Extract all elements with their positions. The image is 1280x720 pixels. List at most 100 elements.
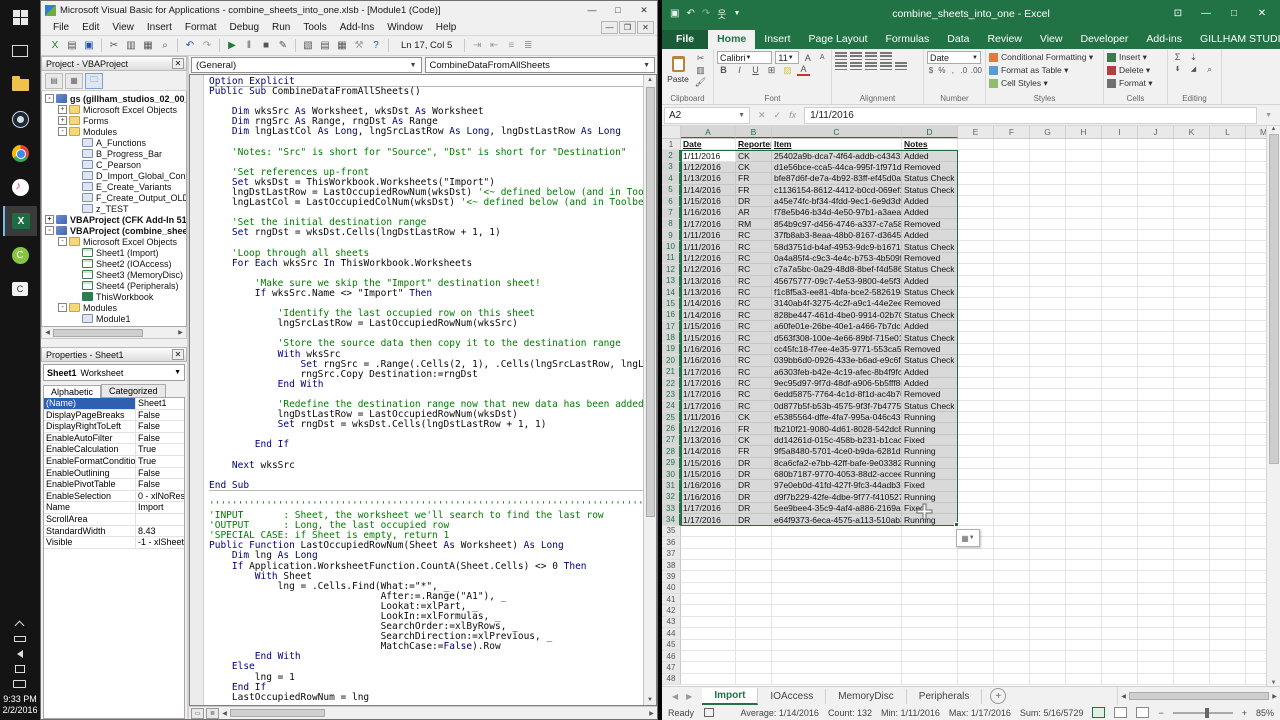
property-row-displayrighttoleft[interactable]: DisplayRightToLeftFalse	[44, 421, 184, 433]
grid-cell[interactable]	[1102, 674, 1138, 685]
grid-cell[interactable]	[1030, 253, 1066, 264]
row-header-29[interactable]: 29	[662, 458, 681, 469]
grid-cell[interactable]: Item	[772, 139, 902, 150]
grid-cell[interactable]	[994, 196, 1030, 207]
grid-cell[interactable]	[1138, 560, 1174, 571]
grid-cell[interactable]	[1174, 674, 1210, 685]
grid-cell[interactable]	[1246, 571, 1266, 582]
grid-cell[interactable]	[1030, 162, 1066, 173]
ribbon-display-options-icon[interactable]: ⊡	[1164, 4, 1192, 24]
zoom-out-icon[interactable]: −	[1158, 708, 1163, 718]
grid-cell[interactable]	[958, 287, 994, 298]
grid-cell[interactable]	[1030, 526, 1066, 537]
sheet-tab-ioaccess[interactable]: IOAccess	[758, 689, 826, 704]
grid-cell[interactable]	[1066, 594, 1102, 605]
property-row-enablecalculation[interactable]: EnableCalculationTrue	[44, 444, 184, 456]
tree-item-forms[interactable]: +Forms	[42, 115, 186, 126]
grid-cell[interactable]	[1174, 640, 1210, 651]
row-header-30[interactable]: 30	[662, 469, 681, 480]
save-icon[interactable]: ▣	[670, 8, 679, 19]
grid-cell[interactable]	[1138, 640, 1174, 651]
grid-cell[interactable]	[958, 640, 994, 651]
grid-cell[interactable]	[902, 560, 958, 571]
grid-cell[interactable]	[1246, 651, 1266, 662]
grid-cell[interactable]: 37fb8ab3-8eaa-48b0-8167-d364562e645b	[772, 230, 902, 241]
grid-cell[interactable]	[958, 628, 994, 639]
grid-cell[interactable]	[1066, 662, 1102, 673]
paste-icon[interactable]: ▦	[140, 38, 156, 53]
grid-cell[interactable]	[958, 219, 994, 230]
grid-cell[interactable]	[902, 526, 958, 537]
merge-center-icon[interactable]	[895, 61, 907, 71]
grid-cell[interactable]: 1/17/2016	[681, 219, 736, 230]
itunes-icon[interactable]	[3, 172, 37, 202]
grid-cell[interactable]	[1246, 537, 1266, 548]
grid-cell[interactable]	[1030, 173, 1066, 184]
grid-cell[interactable]: CK	[736, 150, 772, 161]
grid-cell[interactable]	[1030, 435, 1066, 446]
grid-cell[interactable]	[1066, 640, 1102, 651]
grid-cell[interactable]: Added	[902, 378, 958, 389]
grid-cell[interactable]	[681, 662, 736, 673]
grid-cell[interactable]: 9ec95d97-9f7d-48df-a906-5b5fff8dd943	[772, 378, 902, 389]
shrink-font-icon[interactable]: A	[817, 52, 828, 64]
currency-icon[interactable]: $	[927, 64, 935, 76]
grid-cell[interactable]	[1066, 480, 1102, 491]
grid-cell[interactable]	[681, 651, 736, 662]
properties-object-selector[interactable]: Sheet1 Worksheet ▼	[43, 364, 185, 381]
grid-cell[interactable]	[1210, 162, 1246, 173]
grid-cell[interactable]	[1174, 514, 1210, 525]
grid-cell[interactable]	[994, 594, 1030, 605]
grid-cell[interactable]	[1102, 219, 1138, 230]
grid-cell[interactable]	[1102, 241, 1138, 252]
grid-cell[interactable]	[1030, 389, 1066, 400]
code-editor[interactable]: Option ExplicitPublic Sub CombineDataFro…	[204, 75, 643, 705]
grid-cell[interactable]	[1210, 185, 1246, 196]
column-header-d[interactable]: D	[902, 126, 958, 138]
tree-item-sheet4-peripherals-[interactable]: Sheet4 (Peripherals)	[42, 280, 186, 291]
grid-cell[interactable]	[1102, 628, 1138, 639]
insert-cells-button[interactable]: Insert ▾	[1107, 51, 1164, 64]
grid-cell[interactable]	[1102, 162, 1138, 173]
grid-cell[interactable]	[1066, 173, 1102, 184]
grid-cell[interactable]: 1/16/2016	[681, 355, 736, 366]
grid-cell[interactable]	[1174, 401, 1210, 412]
grid-cell[interactable]	[1174, 389, 1210, 400]
align-top-icon[interactable]	[865, 51, 877, 61]
grid-cell[interactable]	[1210, 321, 1246, 332]
new-sheet-button[interactable]: +	[990, 688, 1006, 704]
procedure-dropdown[interactable]: CombineDataFromAllSheets▼	[425, 57, 656, 73]
grid-cell[interactable]: 1/12/2016	[681, 253, 736, 264]
grid-cell[interactable]	[772, 662, 902, 673]
grid-cell[interactable]	[1102, 139, 1138, 150]
page-break-view-icon[interactable]	[1136, 707, 1149, 718]
column-header-c[interactable]: C	[772, 126, 902, 138]
grid-cell[interactable]: RC	[736, 298, 772, 309]
grid-cell[interactable]	[681, 549, 736, 560]
row-header-40[interactable]: 40	[662, 583, 681, 594]
grid-cell[interactable]	[994, 162, 1030, 173]
grid-cell[interactable]	[1174, 173, 1210, 184]
tree-item-e-create-variants[interactable]: E_Create_Variants	[42, 181, 186, 192]
grid-cell[interactable]	[1066, 185, 1102, 196]
column-header-a[interactable]: A	[681, 126, 736, 138]
grid-cell[interactable]	[1210, 355, 1246, 366]
grid-cell[interactable]	[1030, 628, 1066, 639]
outdent-icon[interactable]: ⇤	[486, 38, 502, 53]
cut-icon[interactable]: ✂	[694, 52, 707, 64]
grid-cell[interactable]	[1030, 492, 1066, 503]
camtasia-icon[interactable]: C	[3, 240, 37, 270]
grid-cell[interactable]	[1174, 332, 1210, 343]
grid-cell[interactable]	[1210, 594, 1246, 605]
grid-cell[interactable]	[1066, 514, 1102, 525]
grid-cell[interactable]	[1246, 253, 1266, 264]
column-header-l[interactable]: L	[1210, 126, 1246, 138]
grid-cell[interactable]	[958, 549, 994, 560]
row-header-15[interactable]: 15	[662, 298, 681, 309]
grid-cell[interactable]	[1246, 401, 1266, 412]
grid-cell[interactable]	[1066, 549, 1102, 560]
grid-cell[interactable]	[958, 150, 994, 161]
grid-cell[interactable]: Removed	[902, 219, 958, 230]
grid-cell[interactable]: e5385564-dffe-4fa7-995a-046c432ed21a	[772, 412, 902, 423]
grid-cell[interactable]: 854b9c97-d456-4746-a337-c7a5860ebd39	[772, 219, 902, 230]
